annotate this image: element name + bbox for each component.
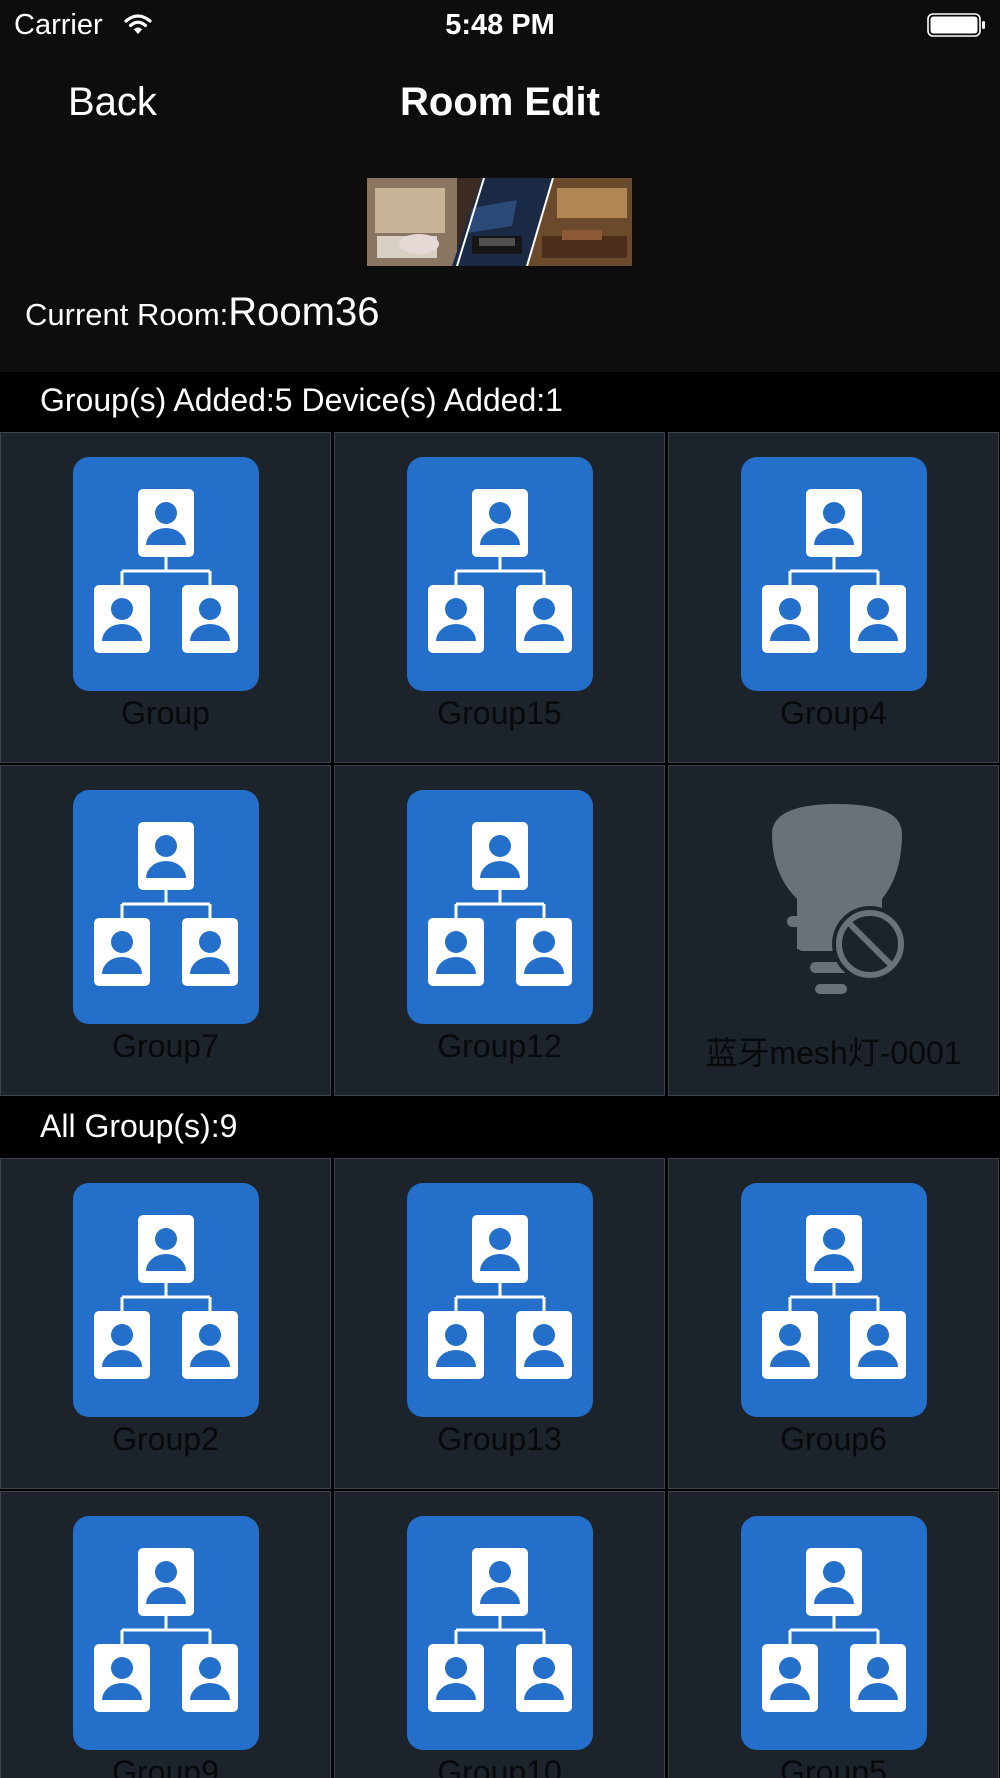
group-cell[interactable]: Group12: [334, 765, 665, 1096]
cell-label: Group9: [112, 1754, 219, 1778]
cell-label: Group: [121, 695, 210, 731]
cell-label: 蓝牙mesh灯-0001: [705, 1035, 962, 1071]
group-icon: [741, 457, 927, 691]
cell-label: Group7: [112, 1028, 219, 1064]
cell-label: Group15: [437, 695, 562, 731]
status-time: 5:48 PM: [445, 9, 555, 41]
group-cell[interactable]: Group10: [334, 1491, 665, 1778]
group-cell[interactable]: Group9: [0, 1491, 331, 1778]
current-room: Current Room:Room36: [25, 290, 380, 335]
device-cell[interactable]: 蓝牙mesh灯-0001: [668, 765, 999, 1096]
group-icon: [73, 457, 259, 691]
cell-label: Group5: [780, 1754, 887, 1778]
group-icon: [741, 1516, 927, 1750]
group-icon: [407, 457, 593, 691]
group-icon: [407, 790, 593, 1024]
group-cell[interactable]: Group7: [0, 765, 331, 1096]
cell-label: Group4: [780, 695, 887, 731]
status-bar: Carrier 5:48 PM: [0, 0, 1000, 50]
group-cell[interactable]: Group: [0, 432, 331, 763]
group-cell[interactable]: Group2: [0, 1158, 331, 1489]
cell-label: Group6: [780, 1421, 887, 1457]
cell-label: Group13: [437, 1421, 562, 1457]
all-groups-grid: Group2 Group13 Group6 Group9 Group10 Gro…: [0, 1158, 1000, 1778]
all-groups-section-title: All Group(s):9: [40, 1108, 238, 1144]
added-section-title: Group(s) Added:5 Device(s) Added:1: [40, 382, 563, 418]
added-section-header: Group(s) Added:5 Device(s) Added:1: [0, 372, 1000, 432]
group-icon: [407, 1183, 593, 1417]
battery-icon: [927, 13, 985, 37]
current-room-value: Room36: [228, 290, 380, 334]
bulb-offline-icon: [772, 804, 908, 994]
cell-label: Group2: [112, 1421, 219, 1457]
current-room-label: Current Room:: [25, 297, 229, 332]
navigation-bar: Back Room Edit: [0, 50, 1000, 150]
group-icon: [407, 1516, 593, 1750]
cell-label: Group12: [437, 1028, 562, 1064]
cell-label: Group10: [437, 1754, 562, 1778]
group-icon: [741, 1183, 927, 1417]
group-cell[interactable]: Group13: [334, 1158, 665, 1489]
added-items-grid: Group Group15 Group4 Group7 Group12 蓝牙me…: [0, 432, 1000, 1096]
group-cell[interactable]: Group15: [334, 432, 665, 763]
group-icon: [73, 790, 259, 1024]
all-groups-section-header: All Group(s):9: [0, 1098, 1000, 1158]
room-header: Current Room:Room36: [0, 150, 1000, 372]
room-image: [367, 178, 632, 266]
group-cell[interactable]: Group5: [668, 1491, 999, 1778]
page-title: Room Edit: [400, 80, 600, 124]
group-icon: [73, 1183, 259, 1417]
group-icon: [73, 1516, 259, 1750]
group-cell[interactable]: Group4: [668, 432, 999, 763]
group-cell[interactable]: Group6: [668, 1158, 999, 1489]
